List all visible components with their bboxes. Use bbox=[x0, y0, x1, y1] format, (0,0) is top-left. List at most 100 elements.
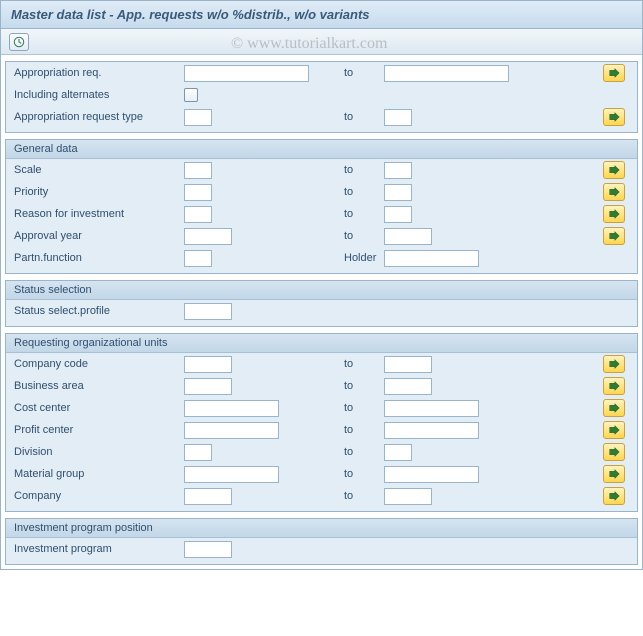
material-group-from[interactable] bbox=[184, 466, 279, 483]
page-title: Master data list - App. requests w/o %di… bbox=[1, 1, 642, 29]
partn-function-field[interactable] bbox=[184, 250, 212, 267]
row-company: Company to bbox=[6, 485, 637, 507]
business-area-to[interactable] bbox=[384, 378, 432, 395]
row-scale: Scale to bbox=[6, 159, 637, 181]
multi-select-button[interactable] bbox=[603, 205, 625, 223]
to-label: to bbox=[329, 358, 384, 370]
investment-program-field[interactable] bbox=[184, 541, 232, 558]
execute-button[interactable] bbox=[9, 33, 29, 51]
label-cost-center: Cost center bbox=[14, 402, 184, 414]
label-priority: Priority bbox=[14, 186, 184, 198]
multi-select-button[interactable] bbox=[603, 227, 625, 245]
multi-select-button[interactable] bbox=[603, 487, 625, 505]
row-including-alternates: Including alternates bbox=[6, 84, 637, 106]
label-approval-year: Approval year bbox=[14, 230, 184, 242]
approp-req-from[interactable] bbox=[184, 65, 309, 82]
multi-select-button[interactable] bbox=[603, 108, 625, 126]
approp-req-to[interactable] bbox=[384, 65, 509, 82]
multi-select-button[interactable] bbox=[603, 355, 625, 373]
to-label: to bbox=[329, 164, 384, 176]
multi-select-button[interactable] bbox=[603, 64, 625, 82]
scale-from[interactable] bbox=[184, 162, 212, 179]
row-priority: Priority to bbox=[6, 181, 637, 203]
section-status-selection: Status selection Status select.profile bbox=[5, 280, 638, 327]
multi-select-button[interactable] bbox=[603, 421, 625, 439]
division-to[interactable] bbox=[384, 444, 412, 461]
to-label: to bbox=[329, 468, 384, 480]
section-general-data: General data Scale to Priority to Reason… bbox=[5, 139, 638, 274]
row-business-area: Business area to bbox=[6, 375, 637, 397]
scale-to[interactable] bbox=[384, 162, 412, 179]
profit-center-from[interactable] bbox=[184, 422, 279, 439]
to-label: to bbox=[329, 67, 384, 79]
label-approp-req: Appropriation req. bbox=[14, 67, 184, 79]
toolbar bbox=[1, 29, 642, 55]
row-partn-function: Partn.function Holder bbox=[6, 247, 637, 269]
row-reason: Reason for investment to bbox=[6, 203, 637, 225]
company-code-from[interactable] bbox=[184, 356, 232, 373]
multi-select-button[interactable] bbox=[603, 183, 625, 201]
priority-from[interactable] bbox=[184, 184, 212, 201]
label-scale: Scale bbox=[14, 164, 184, 176]
reason-from[interactable] bbox=[184, 206, 212, 223]
label-reason: Reason for investment bbox=[14, 208, 184, 220]
holder-field[interactable] bbox=[384, 250, 479, 267]
section-header-invprog: Investment program position bbox=[6, 519, 637, 538]
reason-to[interactable] bbox=[384, 206, 412, 223]
label-company-code: Company code bbox=[14, 358, 184, 370]
multi-select-button[interactable] bbox=[603, 161, 625, 179]
status-profile-field[interactable] bbox=[184, 303, 232, 320]
to-label: to bbox=[329, 380, 384, 392]
row-approp-req-type: Appropriation request type to bbox=[6, 106, 637, 128]
section-invprog: Investment program position Investment p… bbox=[5, 518, 638, 565]
label-investment-program: Investment program bbox=[14, 543, 184, 555]
cost-center-to[interactable] bbox=[384, 400, 479, 417]
row-material-group: Material group to bbox=[6, 463, 637, 485]
to-label: to bbox=[329, 446, 384, 458]
row-cost-center: Cost center to bbox=[6, 397, 637, 419]
approval-year-from[interactable] bbox=[184, 228, 232, 245]
to-label: to bbox=[329, 424, 384, 436]
priority-to[interactable] bbox=[384, 184, 412, 201]
row-company-code: Company code to bbox=[6, 353, 637, 375]
to-label: to bbox=[329, 490, 384, 502]
row-approp-req: Appropriation req. to bbox=[6, 62, 637, 84]
label-material-group: Material group bbox=[14, 468, 184, 480]
material-group-to[interactable] bbox=[384, 466, 479, 483]
company-from[interactable] bbox=[184, 488, 232, 505]
row-investment-program: Investment program bbox=[6, 538, 637, 560]
multi-select-button[interactable] bbox=[603, 465, 625, 483]
label-approp-req-type: Appropriation request type bbox=[14, 111, 184, 123]
section-header-status: Status selection bbox=[6, 281, 637, 300]
approp-req-type-from[interactable] bbox=[184, 109, 212, 126]
label-company: Company bbox=[14, 490, 184, 502]
division-from[interactable] bbox=[184, 444, 212, 461]
row-approval-year: Approval year to bbox=[6, 225, 637, 247]
row-profit-center: Profit center to bbox=[6, 419, 637, 441]
profit-center-to[interactable] bbox=[384, 422, 479, 439]
cost-center-from[interactable] bbox=[184, 400, 279, 417]
approp-req-type-to[interactable] bbox=[384, 109, 412, 126]
multi-select-button[interactable] bbox=[603, 399, 625, 417]
including-alternates-checkbox[interactable] bbox=[184, 88, 198, 102]
approval-year-to[interactable] bbox=[384, 228, 432, 245]
multi-select-button[interactable] bbox=[603, 377, 625, 395]
company-code-to[interactable] bbox=[384, 356, 432, 373]
label-business-area: Business area bbox=[14, 380, 184, 392]
to-label: to bbox=[329, 402, 384, 414]
to-label: to bbox=[329, 208, 384, 220]
to-label: to bbox=[329, 186, 384, 198]
business-area-from[interactable] bbox=[184, 378, 232, 395]
multi-select-button[interactable] bbox=[603, 443, 625, 461]
section-org-units: Requesting organizational units Company … bbox=[5, 333, 638, 512]
section-header-general: General data bbox=[6, 140, 637, 159]
label-holder: Holder bbox=[329, 252, 384, 264]
to-label: to bbox=[329, 230, 384, 242]
label-including-alternates: Including alternates bbox=[14, 89, 184, 101]
clock-execute-icon bbox=[13, 36, 25, 48]
row-status-profile: Status select.profile bbox=[6, 300, 637, 322]
section-top: Appropriation req. to Including alternat… bbox=[5, 61, 638, 133]
label-division: Division bbox=[14, 446, 184, 458]
label-partn-function: Partn.function bbox=[14, 252, 184, 264]
company-to[interactable] bbox=[384, 488, 432, 505]
